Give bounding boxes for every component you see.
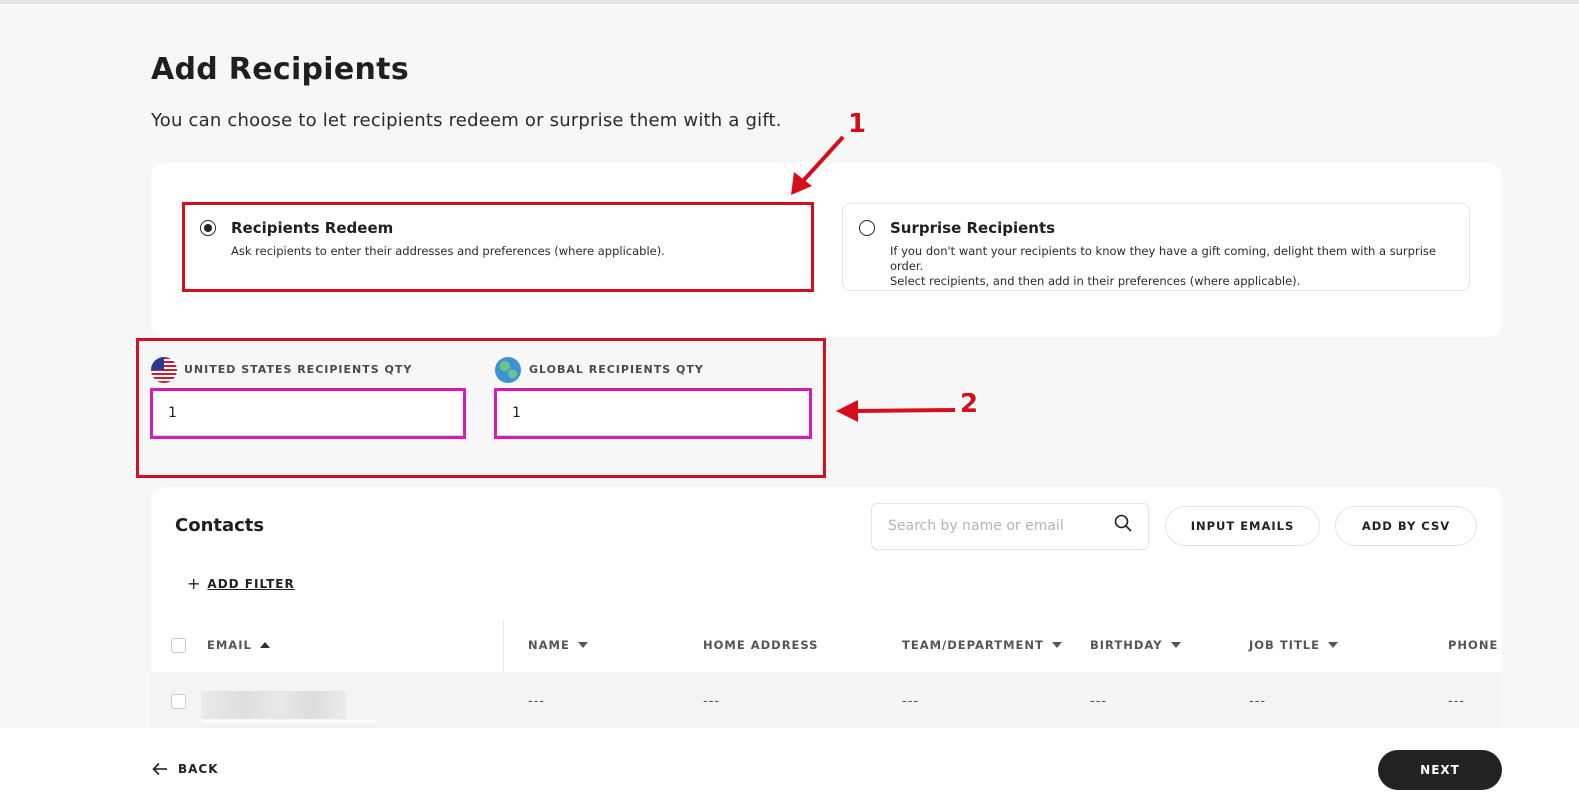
redeem-title: Recipients Redeem [231, 219, 394, 237]
sort-caret-down-icon [1051, 642, 1062, 648]
column-header-phone[interactable]: PHONE [1448, 638, 1498, 652]
annotation-arrow-2-head [836, 400, 858, 422]
add-filter-label: ADD FILTER [207, 577, 295, 591]
us-flag-icon [151, 357, 177, 383]
option-surprise-recipients[interactable]: Surprise Recipients If you don't want yo… [842, 203, 1470, 291]
column-header-email[interactable]: EMAIL [207, 638, 270, 652]
surprise-description-line-2: Select recipients, and then add in their… [890, 274, 1301, 288]
page-subtitle: You can choose to let recipients redeem … [151, 110, 782, 131]
column-header-home-address[interactable]: HOME ADDRESS [703, 638, 818, 652]
sort-caret-down-icon [577, 642, 588, 648]
cell-phone: --- [1448, 694, 1466, 709]
global-qty-input[interactable] [496, 390, 810, 436]
column-header-job-title[interactable]: JOB TITLE [1249, 638, 1338, 652]
top-divider [0, 0, 1579, 4]
plus-icon: + [187, 574, 202, 593]
sort-caret-down-icon [1170, 642, 1181, 648]
next-button[interactable]: NEXT [1378, 750, 1502, 790]
sort-caret-down-icon [1327, 642, 1338, 648]
add-filter-button[interactable]: + ADD FILTER [187, 574, 295, 593]
cell-name: --- [528, 694, 546, 709]
back-label: BACK [178, 762, 219, 776]
contacts-search-input[interactable]: Search by name or email [871, 503, 1149, 550]
surprise-description-line-1: If you don't want your recipients to kno… [890, 244, 1436, 273]
column-header-team[interactable]: TEAM/DEPARTMENT [902, 638, 1062, 652]
row-checkbox[interactable] [171, 694, 186, 709]
email-header-label: EMAIL [207, 638, 252, 652]
surprise-description: If you don't want your recipients to kno… [890, 244, 1460, 289]
cell-job-title: --- [1249, 694, 1267, 709]
input-emails-button[interactable]: INPUT EMAILS [1165, 506, 1320, 546]
globe-icon [495, 357, 521, 383]
redeem-description: Ask recipients to enter their addresses … [231, 244, 665, 258]
surprise-title: Surprise Recipients [890, 219, 1056, 237]
sort-asc-icon [259, 642, 270, 648]
delivery-options-card: Recipients Redeem Ask recipients to ente… [151, 163, 1502, 337]
us-qty-input[interactable] [152, 390, 465, 436]
redacted-email [201, 691, 346, 719]
contacts-title: Contacts [175, 515, 265, 536]
search-icon[interactable] [1114, 514, 1132, 532]
select-all-checkbox[interactable] [171, 638, 186, 653]
birthday-header-label: BIRTHDAY [1090, 638, 1163, 652]
annotation-marker-2: 2 [960, 389, 979, 419]
option-recipients-redeem[interactable]: Recipients Redeem Ask recipients to ente… [183, 203, 813, 291]
us-qty-label: UNITED STATES RECIPIENTS QTY [184, 363, 413, 376]
contacts-card: Contacts Search by name or email INPUT E… [151, 487, 1502, 747]
add-by-csv-button[interactable]: ADD BY CSV [1335, 506, 1477, 546]
arrow-left-icon [152, 762, 167, 776]
name-header-label: NAME [528, 638, 570, 652]
cell-birthday: --- [1090, 694, 1108, 709]
redeem-radio[interactable] [200, 220, 216, 236]
global-qty-label: GLOBAL RECIPIENTS QTY [529, 363, 704, 376]
column-header-name[interactable]: NAME [528, 638, 588, 652]
team-header-label: TEAM/DEPARTMENT [902, 638, 1044, 652]
redacted-email-underline [203, 720, 376, 723]
annotation-arrow-2-shaft [854, 408, 956, 413]
cell-home-address: --- [703, 694, 721, 709]
column-header-birthday[interactable]: BIRTHDAY [1090, 638, 1181, 652]
footer-bar: BACK NEXT [0, 728, 1579, 812]
surprise-radio[interactable] [859, 220, 875, 236]
back-button[interactable]: BACK [152, 762, 219, 776]
annotation-marker-1: 1 [848, 109, 867, 139]
cell-team: --- [902, 694, 920, 709]
job-title-header-label: JOB TITLE [1249, 638, 1320, 652]
page-title: Add Recipients [151, 52, 409, 87]
